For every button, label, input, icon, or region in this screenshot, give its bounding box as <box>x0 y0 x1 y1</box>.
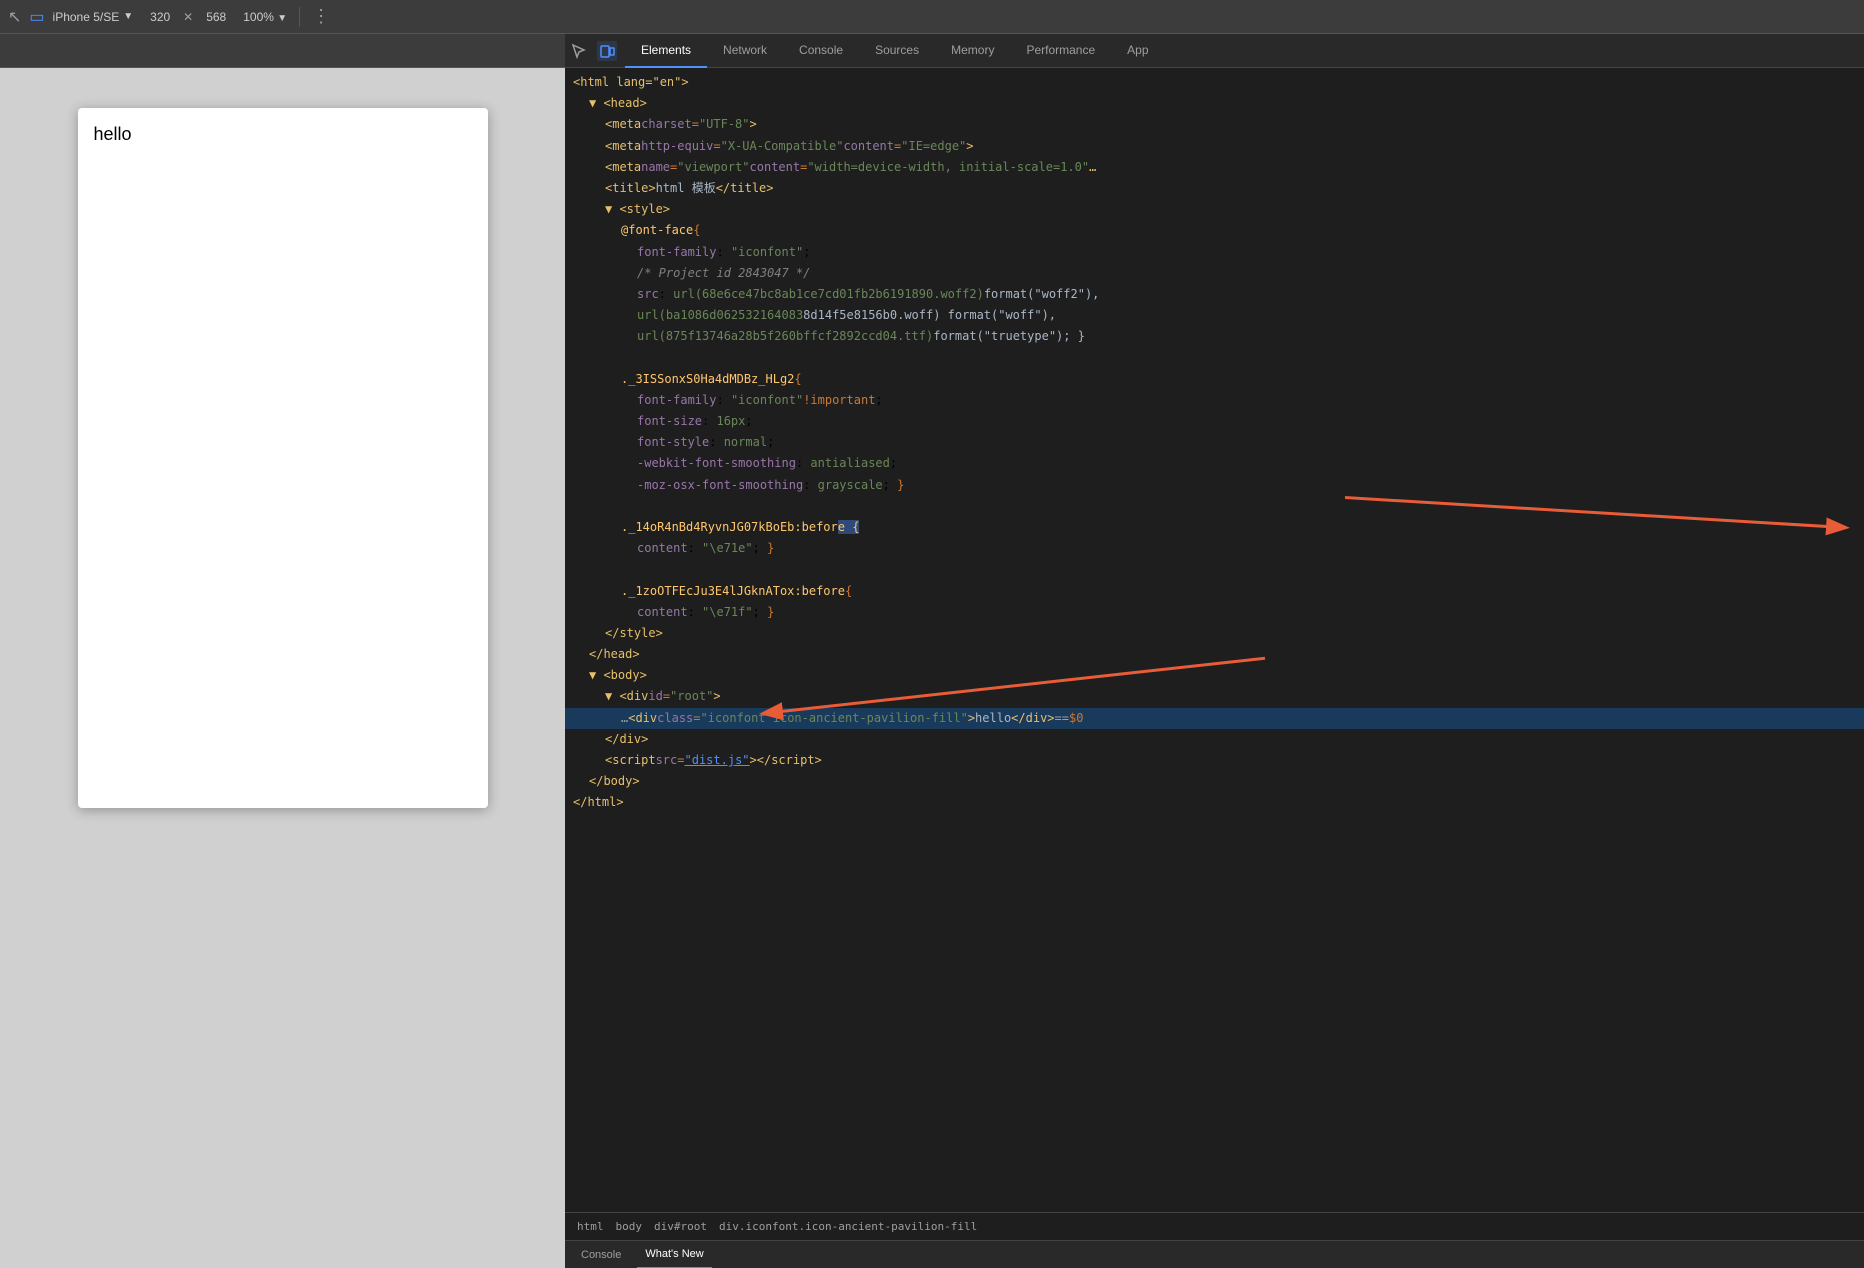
tab-network[interactable]: Network <box>707 34 783 68</box>
code-line[interactable]: font-style: normal; <box>565 432 1864 453</box>
console-bar: Console What's New <box>565 1240 1864 1268</box>
inspect-element-icon[interactable] <box>569 41 589 61</box>
tab-elements-label: Elements <box>641 43 691 57</box>
code-line[interactable] <box>565 347 1864 368</box>
code-line[interactable]: </style> <box>565 623 1864 644</box>
code-line[interactable]: font-size: 16px; <box>565 411 1864 432</box>
code-line[interactable]: </head> <box>565 644 1864 665</box>
tab-memory[interactable]: Memory <box>935 34 1010 68</box>
code-line[interactable]: @font-face { <box>565 220 1864 241</box>
tab-console-label: Console <box>799 43 843 57</box>
code-line[interactable] <box>565 496 1864 517</box>
preview-pane: hello <box>0 34 565 1268</box>
main-area: hello Elements <box>0 34 1864 1268</box>
devtools-tabs: Elements Network Console Sources Memory … <box>565 34 1864 68</box>
code-line[interactable]: font-family: "iconfont" !important; <box>565 390 1864 411</box>
zoom-chevron-icon: ▼ <box>277 13 287 24</box>
device-toolbar-icon[interactable] <box>597 41 617 61</box>
code-line[interactable]: ▼ <div id="root"> <box>565 686 1864 707</box>
devtools-icons <box>569 41 617 61</box>
code-line[interactable] <box>565 559 1864 580</box>
preview-content: hello <box>0 68 565 1268</box>
device-label: iPhone 5/SE <box>53 10 120 24</box>
tab-memory-label: Memory <box>951 43 994 57</box>
code-line[interactable]: font-family: "iconfont"; <box>565 242 1864 263</box>
code-line[interactable]: <title>html 模板</title> <box>565 178 1864 199</box>
phone-frame: hello <box>78 108 488 808</box>
code-line[interactable]: <html lang="en"> <box>565 72 1864 93</box>
code-line[interactable]: </html> <box>565 792 1864 813</box>
breadcrumb-html[interactable]: html <box>573 1218 608 1235</box>
code-line[interactable]: ._1zoOTFEcJu3E4lJGknATox:before { <box>565 581 1864 602</box>
code-line[interactable]: </div> <box>565 729 1864 750</box>
elements-wrapper: <html lang="en">▼ <head><meta charset="U… <box>565 68 1864 1212</box>
chevron-down-icon[interactable]: ▼ <box>123 11 133 22</box>
width-input[interactable] <box>141 10 179 24</box>
code-line[interactable]: <meta charset="UTF-8"> <box>565 114 1864 135</box>
more-options-icon[interactable]: ⋮ <box>312 6 330 27</box>
tab-elements[interactable]: Elements <box>625 34 707 68</box>
code-line[interactable]: <meta http-equiv="X-UA-Compatible" conte… <box>565 136 1864 157</box>
code-line[interactable]: ▼ <style> <box>565 199 1864 220</box>
breadcrumb-body[interactable]: body <box>612 1218 647 1235</box>
tab-console[interactable]: Console <box>783 34 859 68</box>
device-toggle-icon[interactable]: ▭ <box>29 7 44 27</box>
cursor-icon[interactable]: ↖ <box>8 7 21 27</box>
devtools-panel: Elements Network Console Sources Memory … <box>565 34 1864 1268</box>
code-line[interactable]: ▼ <body> <box>565 665 1864 686</box>
code-line[interactable]: /* Project id 2843047 */ <box>565 263 1864 284</box>
console-bar-console[interactable]: Console <box>573 1241 629 1268</box>
zoom-label: 100% <box>243 10 274 24</box>
close-icon[interactable]: ✕ <box>183 10 193 24</box>
console-bar-whatsnew[interactable]: What's New <box>637 1241 711 1268</box>
height-input[interactable] <box>197 10 235 24</box>
code-line[interactable]: url(ba1086d0625321640838d14f5e8156b0.wof… <box>565 305 1864 326</box>
code-line[interactable]: -webkit-font-smoothing: antialiased; <box>565 453 1864 474</box>
code-line[interactable]: <script src="dist.js"></script> <box>565 750 1864 771</box>
toolbar-divider <box>299 7 300 27</box>
tab-app[interactable]: App <box>1111 34 1164 68</box>
tab-sources-label: Sources <box>875 43 919 57</box>
code-line[interactable]: -moz-osx-font-smoothing: grayscale; } <box>565 475 1864 496</box>
tab-performance[interactable]: Performance <box>1010 34 1111 68</box>
hello-text: hello <box>94 124 132 144</box>
preview-toolbar <box>0 34 565 68</box>
device-selector[interactable]: iPhone 5/SE ▼ <box>53 10 134 24</box>
top-toolbar: ↖ ▭ iPhone 5/SE ▼ ✕ 100% ▼ ⋮ <box>0 0 1864 34</box>
tab-network-label: Network <box>723 43 767 57</box>
code-line[interactable]: <meta name="viewport" content="width=dev… <box>565 157 1864 178</box>
zoom-selector[interactable]: 100% ▼ <box>243 10 287 24</box>
code-line[interactable]: ▼ <head> <box>565 93 1864 114</box>
code-line[interactable]: content: "\e71f"; } <box>565 602 1864 623</box>
tab-app-label: App <box>1127 43 1148 57</box>
code-line[interactable]: … <div class="iconfont icon-ancient-pavi… <box>565 708 1864 729</box>
elements-panel[interactable]: <html lang="en">▼ <head><meta charset="U… <box>565 68 1864 1212</box>
breadcrumb-diviconfont[interactable]: div.iconfont.icon-ancient-pavilion-fill <box>715 1218 981 1235</box>
code-line[interactable]: url(875f13746a28b5f260bffcf2892ccd04.ttf… <box>565 326 1864 347</box>
code-line[interactable]: ._3ISSonxS0Ha4dMDBz_HLg2 { <box>565 369 1864 390</box>
tab-sources[interactable]: Sources <box>859 34 935 68</box>
code-line[interactable]: src: url(68e6ce47bc8ab1ce7cd01fb2b619189… <box>565 284 1864 305</box>
dimension-inputs: ✕ <box>141 10 235 24</box>
breadcrumb-divroot[interactable]: div#root <box>650 1218 711 1235</box>
breadcrumb-bar: html body div#root div.iconfont.icon-anc… <box>565 1212 1864 1240</box>
code-line[interactable]: content: "\e71e"; } <box>565 538 1864 559</box>
code-line[interactable]: ._14oR4nBd4RyvnJG07kBoEb:before { <box>565 517 1864 538</box>
code-line[interactable]: </body> <box>565 771 1864 792</box>
tab-performance-label: Performance <box>1026 43 1095 57</box>
